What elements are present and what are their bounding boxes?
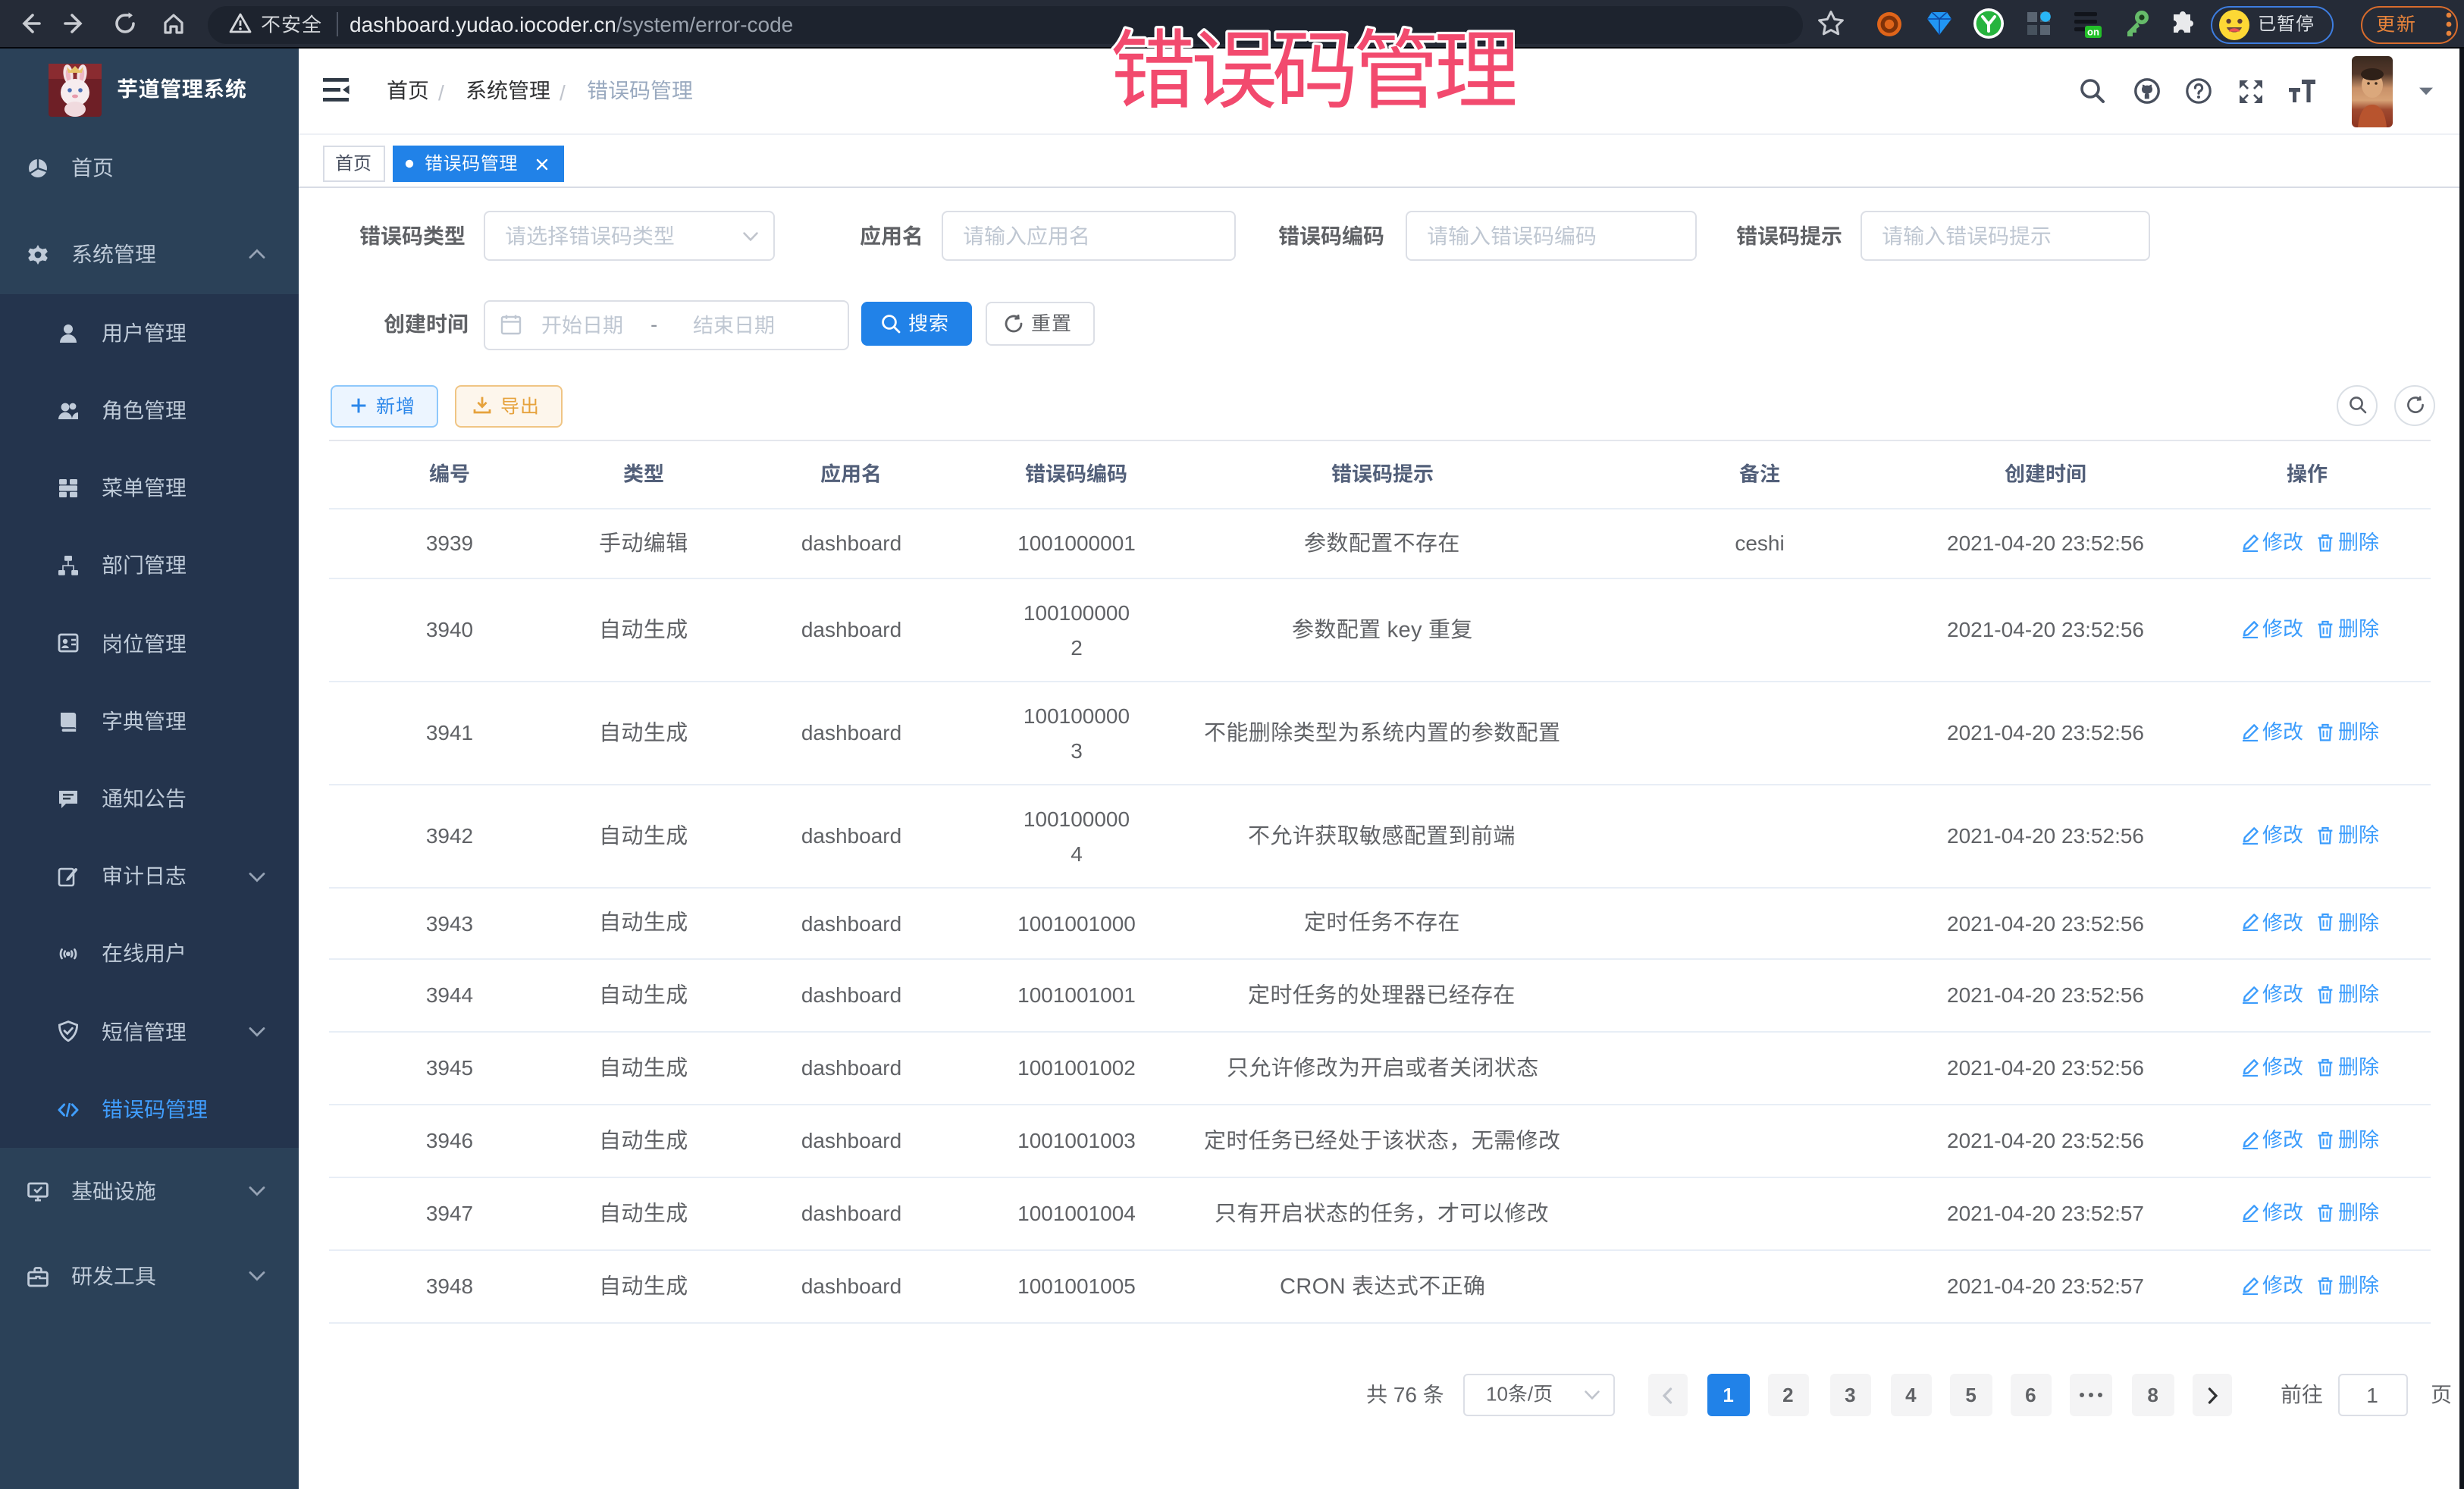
svg-text:on: on (2087, 27, 2099, 38)
